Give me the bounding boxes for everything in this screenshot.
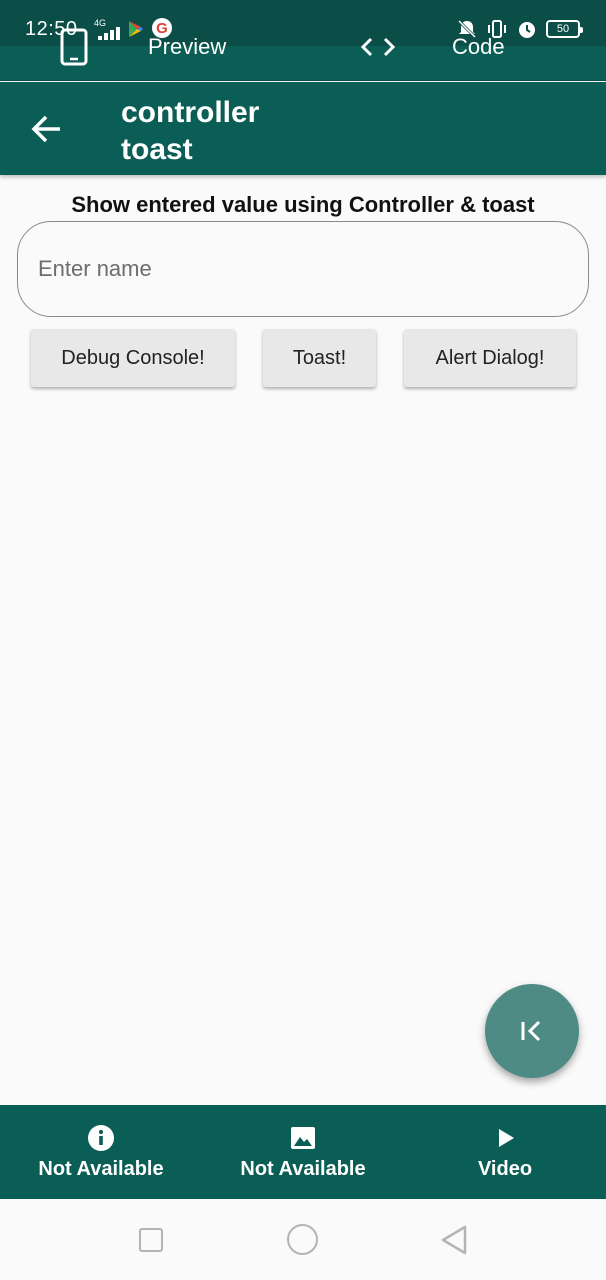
nav-item-image[interactable]: Not Available <box>202 1105 404 1199</box>
home-icon[interactable] <box>287 1224 318 1255</box>
collapse-left-icon <box>521 1020 541 1042</box>
debug-console-button[interactable]: Debug Console! <box>31 329 235 387</box>
alert-dialog-button[interactable]: Alert Dialog! <box>404 329 576 387</box>
code-tab[interactable]: Code <box>452 34 505 60</box>
page-title: controller toast <box>121 96 260 166</box>
collapse-fab[interactable] <box>485 984 579 1078</box>
play-icon <box>499 1128 514 1147</box>
bottom-nav: Not Available Not Available Video <box>0 1105 606 1199</box>
system-nav-bar <box>0 1199 606 1280</box>
network-label: 4G <box>94 18 107 28</box>
status-bar: 12:50 4G G 50 <box>0 0 606 46</box>
preview-tab[interactable]: Preview <box>148 34 226 60</box>
alarm-icon <box>519 22 535 38</box>
nav-item-label: Not Available <box>38 1157 164 1180</box>
top-toolbar: 12:50 4G G 50 Preview Code <box>0 0 606 81</box>
system-back-icon[interactable] <box>440 1224 468 1256</box>
back-arrow-icon[interactable] <box>30 112 64 146</box>
recents-icon[interactable] <box>139 1228 163 1252</box>
nav-item-info[interactable]: Not Available <box>0 1105 202 1199</box>
name-input[interactable] <box>17 221 589 317</box>
content-heading: Show entered value using Controller & to… <box>71 192 535 217</box>
playstore-icon <box>129 21 143 37</box>
signal-icon <box>94 27 120 40</box>
phone-preview-icon[interactable] <box>60 28 88 66</box>
toast-button[interactable]: Toast! <box>263 329 376 387</box>
battery-icon: 50 <box>546 20 583 38</box>
code-icon[interactable] <box>360 36 396 58</box>
app-bar: controller toast <box>0 82 606 175</box>
info-icon <box>88 1124 114 1151</box>
nav-item-video[interactable]: Video <box>404 1105 606 1199</box>
image-icon <box>291 1126 315 1149</box>
nav-item-label: Not Available <box>240 1157 366 1180</box>
nav-item-label: Video <box>477 1157 533 1180</box>
